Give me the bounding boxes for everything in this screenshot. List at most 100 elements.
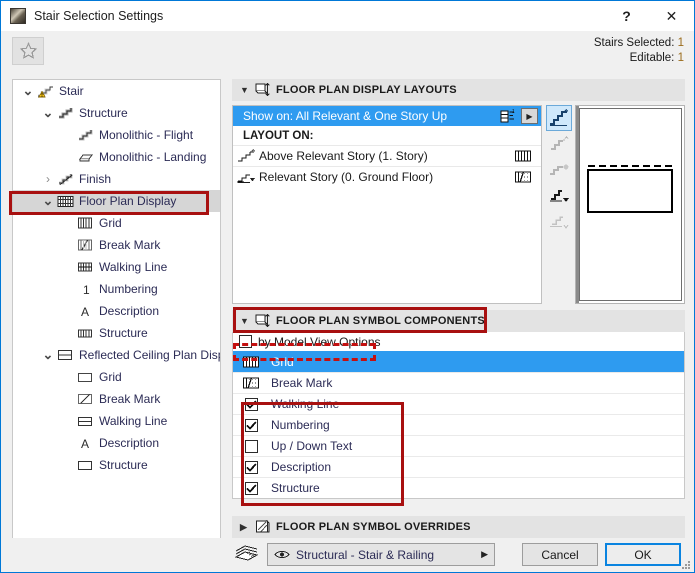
- layer-combobox[interactable]: Structural - Stair & Railing ▶: [267, 543, 495, 566]
- chevron-right-icon[interactable]: ▶: [240, 522, 249, 533]
- stair-above-icon: [233, 148, 259, 164]
- resize-grip-icon[interactable]: [681, 560, 691, 570]
- component-checkbox[interactable]: [233, 397, 269, 411]
- grid-icon: [75, 217, 95, 229]
- grid-break-icon[interactable]: [505, 170, 541, 184]
- chevron-down-icon[interactable]: ⌄: [21, 84, 35, 97]
- close-icon: ✕: [665, 7, 678, 24]
- tree-item-structure[interactable]: Structure: [13, 322, 220, 344]
- layers-icon[interactable]: [234, 545, 259, 564]
- svg-text:1: 1: [512, 109, 515, 115]
- settings-tree[interactable]: ⌄ Stair ⌄ Structure Monolithic - Flight M…: [12, 79, 221, 545]
- triangle-right-icon[interactable]: ▶: [481, 549, 488, 560]
- star-icon: [19, 42, 37, 59]
- tree-item-stair[interactable]: ⌄ Stair: [13, 80, 220, 102]
- story-view-c-button[interactable]: [546, 157, 572, 183]
- tree-item-reflected-ceiling-plan-displa[interactable]: ⌄ Reflected Ceiling Plan Displa: [13, 344, 220, 366]
- layout-row[interactable]: Above Relevant Story (1. Story): [233, 145, 541, 166]
- close-button[interactable]: ✕: [649, 1, 694, 31]
- tree-item-floor-plan-display[interactable]: ⌄ Floor Plan Display: [13, 190, 220, 212]
- chevron-down-icon[interactable]: ⌄: [41, 194, 55, 207]
- components-list[interactable]: by Model View Options Grid Break Mark Wal…: [232, 332, 685, 499]
- tree-item-label: Description: [99, 436, 160, 450]
- component-row[interactable]: Description: [233, 456, 684, 477]
- component-row[interactable]: Break Mark: [233, 372, 684, 393]
- tree-item-label: Structure: [99, 458, 148, 472]
- chevron-down-icon[interactable]: ▼: [240, 316, 249, 326]
- cancel-button[interactable]: Cancel: [522, 543, 598, 566]
- svg-text:A: A: [81, 305, 89, 318]
- floor-plan-overrides-icon: [256, 520, 270, 533]
- stair-selection-settings-dialog: Stair Selection Settings ? ✕ Stairs Sele…: [0, 0, 695, 573]
- grid-solid-icon[interactable]: [505, 149, 541, 163]
- tree-item-break-mark[interactable]: Break Mark: [13, 388, 220, 410]
- tree-item-finish[interactable]: › Finish: [13, 168, 220, 190]
- show-on-row[interactable]: Show on: All Relevant & One Story Up 1 ▶: [233, 106, 541, 126]
- component-checkbox[interactable]: [233, 439, 269, 453]
- rcp-break-mark-icon: [75, 393, 95, 405]
- layouts-list[interactable]: Show on: All Relevant & One Story Up 1 ▶: [232, 105, 542, 304]
- tree-item-label: Numbering: [99, 282, 158, 296]
- tree-item-numbering[interactable]: 1 Numbering: [13, 278, 220, 300]
- component-row[interactable]: Numbering: [233, 414, 684, 435]
- tree-item-grid[interactable]: Grid: [13, 366, 220, 388]
- story-view-d-button[interactable]: [546, 183, 572, 209]
- tree-item-description[interactable]: A Description: [13, 432, 220, 454]
- tree-item-structure[interactable]: Structure: [13, 454, 220, 476]
- layouts-section-header[interactable]: ▼ FLOOR PLAN DISPLAY LAYOUTS: [232, 79, 685, 101]
- stairs-selected-row: Stairs Selected: 1: [594, 36, 684, 51]
- story-levels-icon[interactable]: 1: [500, 109, 517, 124]
- chevron-down-icon[interactable]: ▼: [240, 85, 249, 95]
- component-row[interactable]: Grid: [233, 351, 684, 372]
- by-model-view-options-row[interactable]: by Model View Options: [233, 332, 684, 351]
- description-icon: A: [75, 305, 95, 318]
- component-checkbox[interactable]: [233, 460, 269, 474]
- favorites-button[interactable]: [12, 37, 44, 65]
- tree-item-grid[interactable]: Grid: [13, 212, 220, 234]
- floor-plan-components-icon: [255, 314, 270, 328]
- by-model-view-options-checkbox[interactable]: [239, 335, 252, 348]
- title-bar: Stair Selection Settings ? ✕: [1, 1, 694, 31]
- components-section-header[interactable]: ▼ FLOOR PLAN SYMBOL COMPONENTS: [232, 310, 685, 332]
- question-mark-icon: ?: [622, 8, 631, 24]
- help-button[interactable]: ?: [604, 1, 649, 31]
- svg-text:A: A: [81, 437, 89, 450]
- monolithic-landing-icon: [75, 150, 95, 164]
- svg-text:1: 1: [83, 283, 90, 296]
- tree-item-description[interactable]: A Description: [13, 300, 220, 322]
- ok-button[interactable]: OK: [605, 543, 681, 566]
- cancel-button-label: Cancel: [541, 547, 579, 562]
- tree-item-structure[interactable]: ⌄ Structure: [13, 102, 220, 124]
- tree-item-label: Break Mark: [99, 238, 161, 252]
- numbering-icon: 1: [75, 283, 95, 296]
- component-checkbox[interactable]: [233, 418, 269, 432]
- tree-item-break-mark[interactable]: Break Mark: [13, 234, 220, 256]
- chevron-right-icon[interactable]: ›: [41, 172, 55, 186]
- eye-icon: [274, 549, 290, 560]
- story-view-b-button[interactable]: [546, 131, 572, 157]
- component-row[interactable]: Walking Line: [233, 393, 684, 414]
- rcp-structure-icon: [75, 460, 95, 471]
- tree-item-label: Finish: [79, 172, 112, 186]
- monolithic-flight-icon: [75, 128, 95, 142]
- tree-item-monolithic-flight[interactable]: Monolithic - Flight: [13, 124, 220, 146]
- tree-item-label: Walking Line: [99, 414, 168, 428]
- tree-item-walking-line[interactable]: Walking Line: [13, 256, 220, 278]
- component-row[interactable]: Structure: [233, 477, 684, 498]
- show-on-expand-button[interactable]: ▶: [521, 108, 538, 124]
- chevron-down-icon[interactable]: ⌄: [41, 106, 55, 119]
- stairs-selected-label: Stairs Selected:: [593, 37, 675, 49]
- story-view-above-active-button[interactable]: [546, 105, 572, 131]
- tree-item-monolithic-landing[interactable]: Monolithic - Landing: [13, 146, 220, 168]
- component-label: Break Mark: [271, 376, 333, 390]
- app-icon: [10, 8, 26, 24]
- right-content: ▼ FLOOR PLAN DISPLAY LAYOUTS Show on: Al…: [232, 79, 685, 563]
- tree-item-walking-line[interactable]: Walking Line: [13, 410, 220, 432]
- layout-row[interactable]: Relevant Story (0. Ground Floor): [233, 166, 541, 187]
- chevron-down-icon[interactable]: ⌄: [41, 348, 55, 361]
- overrides-section-header[interactable]: ▶ FLOOR PLAN SYMBOL OVERRIDES: [232, 516, 685, 538]
- component-checkbox[interactable]: [233, 481, 269, 495]
- story-view-e-button[interactable]: [546, 209, 572, 235]
- story-view-tool-column[interactable]: [546, 105, 572, 279]
- component-row[interactable]: Up / Down Text: [233, 435, 684, 456]
